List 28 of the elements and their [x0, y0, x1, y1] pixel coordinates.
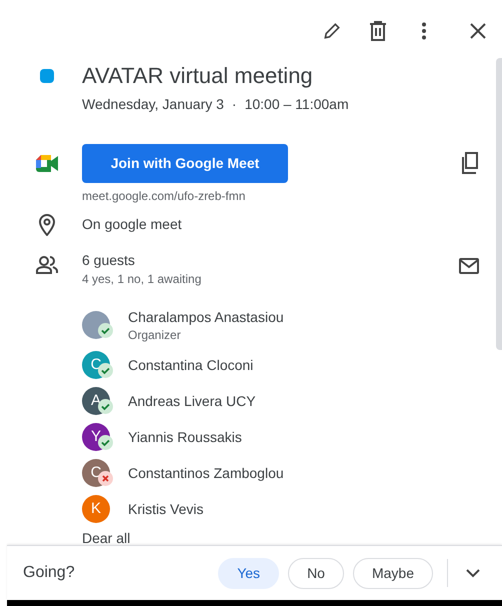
guest-count: 6 guests — [82, 251, 136, 270]
response-summary: 4 yes, 1 no, 1 awaiting — [82, 271, 202, 288]
location-text: On google meet — [82, 215, 183, 234]
copy-icon[interactable] — [460, 152, 478, 174]
mail-icon[interactable] — [459, 258, 479, 274]
rsvp-option[interactable]: Maybe — [352, 558, 433, 588]
event-date: Wednesday, January 3 — [82, 95, 224, 114]
video-camera-icon — [36, 155, 58, 172]
separator-dot: · — [232, 95, 237, 114]
avatar-initial: K — [82, 495, 110, 523]
scrollbar-thumb[interactable] — [496, 58, 502, 350]
join-meeting-button[interactable]: Join with Google Meet — [82, 144, 288, 183]
going-label: Going? — [23, 563, 75, 583]
guest-name: Constantina Cloconi — [128, 356, 254, 375]
location-pin-icon — [39, 214, 55, 236]
guest-name: Andreas Livera UCY — [128, 392, 256, 411]
guest-name: Kristis Vevis — [128, 500, 204, 519]
guest-name: Yiannis Roussakis — [128, 428, 242, 447]
event-time: 10:00 – 11:00am — [244, 95, 349, 114]
meeting-link[interactable]: meet.google.com/ufo-zreb-fmn — [82, 187, 446, 205]
rsvp-option[interactable]: No — [288, 558, 344, 588]
rsvp-option[interactable]: Yes — [218, 558, 280, 588]
event-title: AVATAR virtual meeting — [82, 62, 314, 90]
description-text: Dear all — [82, 529, 132, 547]
guest-role: Organizer — [128, 326, 182, 342]
guest-name: Constantinos Zamboglou — [128, 464, 284, 483]
people-icon — [36, 256, 58, 274]
guest-name: Charalampos Anastasiou — [128, 308, 284, 326]
